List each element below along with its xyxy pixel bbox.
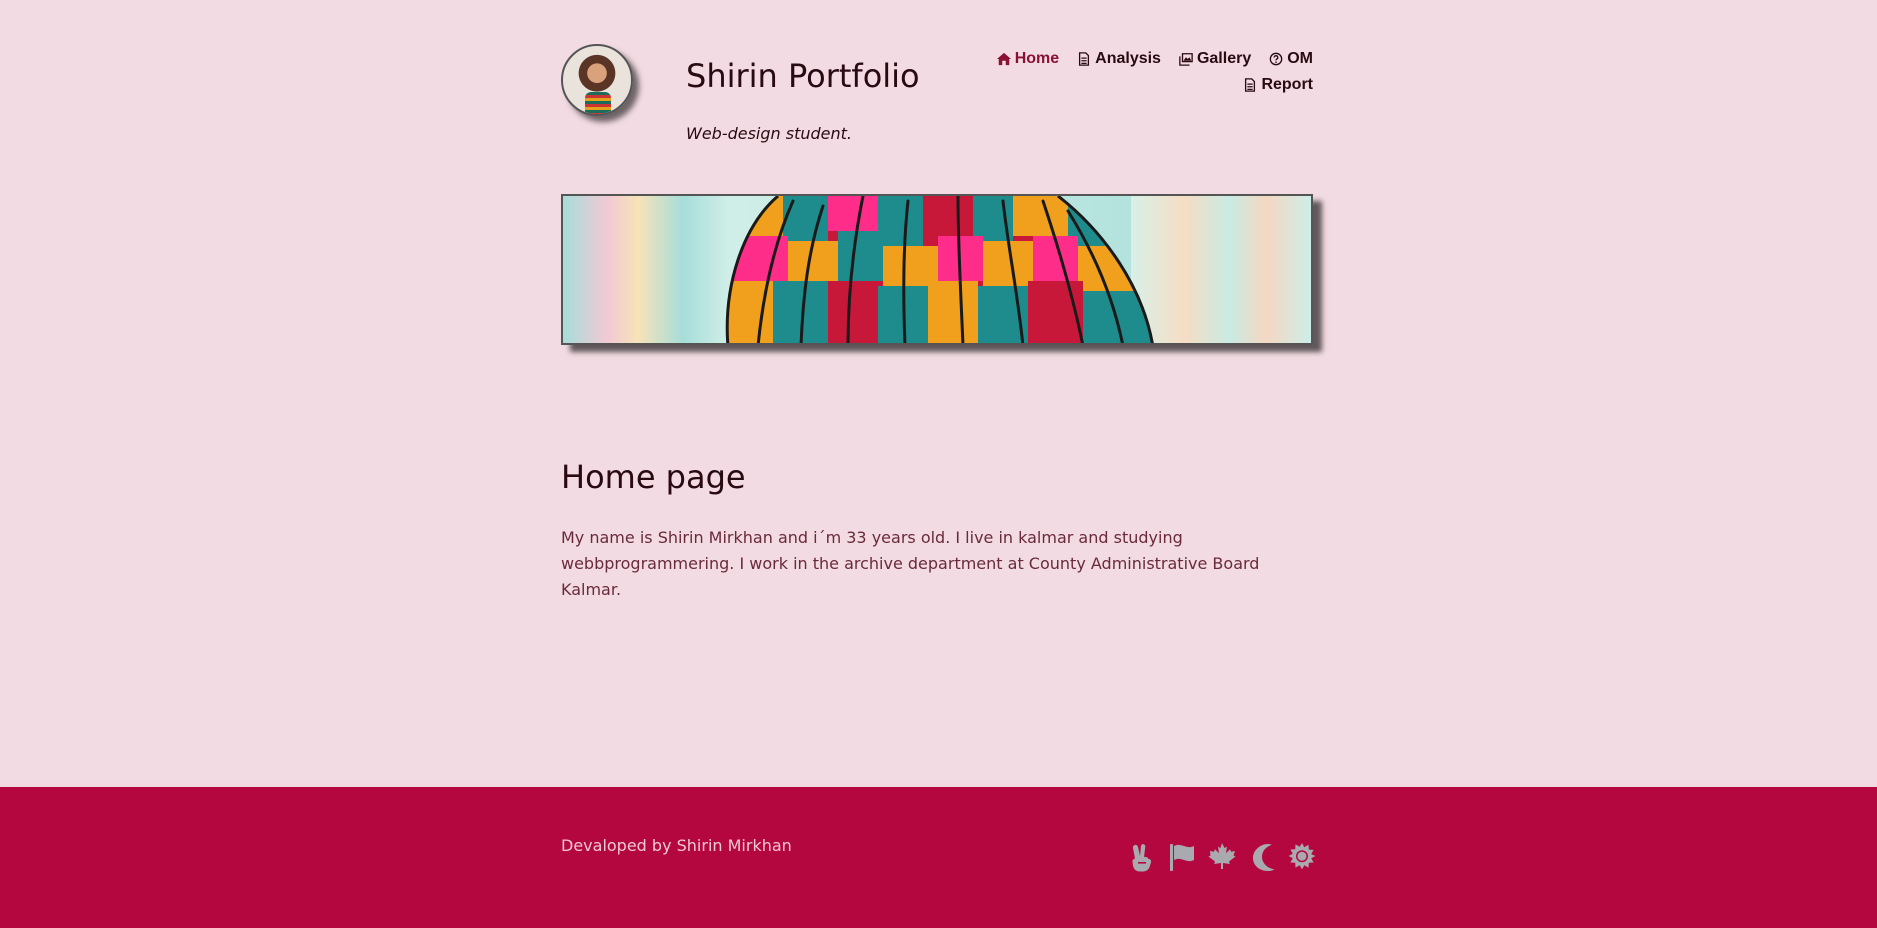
moon-icon[interactable] — [1246, 841, 1278, 873]
nav-row-1: Home Analysis Gallery OM — [913, 46, 1313, 72]
nav-gallery[interactable]: Gallery — [1179, 50, 1251, 68]
page-heading: Home page — [561, 458, 746, 496]
nav-analysis-label: Analysis — [1095, 50, 1161, 67]
document-icon — [1245, 78, 1256, 92]
home-icon — [996, 52, 1011, 66]
footer-credit: Devaloped by Shirin Mirkhan — [561, 836, 792, 855]
site-footer: Devaloped by Shirin Mirkhan — [0, 787, 1877, 928]
intro-text: My name is Shirin Mirkhan and i´m 33 yea… — [561, 528, 1260, 599]
main-nav: Home Analysis Gallery OM Report — [913, 46, 1313, 98]
flag-icon[interactable] — [1166, 841, 1198, 873]
peace-hand-icon[interactable] — [1126, 841, 1158, 873]
nav-row-2: Report — [913, 72, 1313, 98]
nav-analysis[interactable]: Analysis — [1077, 50, 1161, 68]
footer-icon-row — [1126, 841, 1318, 873]
header-banner-image — [561, 194, 1313, 345]
nav-om-label: OM — [1287, 50, 1313, 67]
images-icon — [1179, 53, 1193, 66]
nav-home[interactable]: Home — [996, 50, 1060, 68]
question-circle-icon — [1269, 52, 1283, 66]
sun-icon[interactable] — [1286, 841, 1318, 873]
nav-om[interactable]: OM — [1269, 50, 1313, 68]
avatar-shirt — [585, 92, 611, 114]
nav-report[interactable]: Report — [1243, 76, 1313, 94]
site-title: Shirin Portfolio — [686, 57, 920, 95]
site-tagline: Web-design student. — [686, 124, 853, 143]
nav-report-label: Report — [1261, 76, 1313, 93]
nav-gallery-label: Gallery — [1196, 50, 1252, 67]
nav-home-label: Home — [1014, 50, 1060, 67]
document-icon — [1079, 52, 1090, 66]
maple-leaf-icon[interactable] — [1206, 841, 1238, 873]
profile-avatar — [561, 44, 633, 116]
